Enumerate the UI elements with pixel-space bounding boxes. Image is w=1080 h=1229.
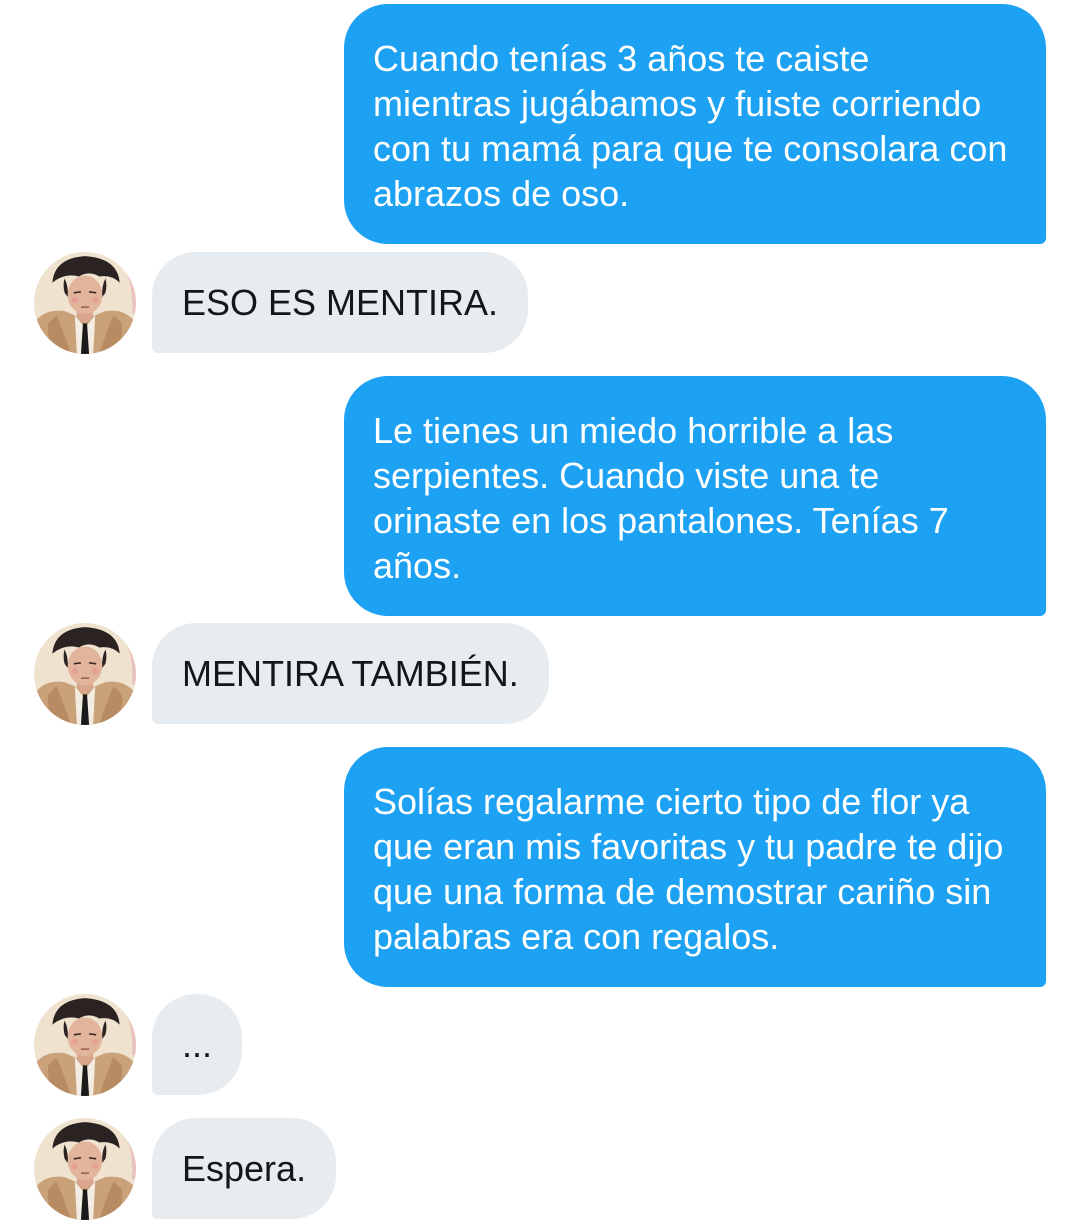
avatar-icon[interactable]: [34, 623, 136, 725]
message-bubble-incoming: ...: [152, 994, 243, 1095]
message-text: ESO ES MENTIRA.: [182, 282, 499, 323]
message-bubble-incoming: Espera.: [152, 1118, 337, 1219]
message-text: ...: [182, 1024, 213, 1065]
message-text: MENTIRA TAMBIÉN.: [182, 653, 519, 694]
avatar-icon[interactable]: [34, 1118, 136, 1220]
message-bubble-incoming: ESO ES MENTIRA.: [152, 252, 529, 353]
avatar-icon[interactable]: [34, 252, 136, 354]
message-text: Solías regalarme cierto tipo de flor ya …: [373, 781, 1004, 957]
message-bubble-outgoing: Cuando tenías 3 años te caiste mientras …: [344, 4, 1046, 244]
avatar-icon[interactable]: [34, 994, 136, 1096]
message-text: Le tienes un miedo horrible a las serpie…: [373, 410, 949, 586]
message-text: Espera.: [182, 1148, 307, 1189]
message-bubble-outgoing: Le tienes un miedo horrible a las serpie…: [344, 376, 1046, 616]
conversation-thread: Cuando tenías 3 años te caiste mientras …: [0, 0, 1080, 1229]
message-bubble-incoming: MENTIRA TAMBIÉN.: [152, 623, 549, 724]
message-text: Cuando tenías 3 años te caiste mientras …: [373, 38, 1008, 214]
message-bubble-outgoing: Solías regalarme cierto tipo de flor ya …: [344, 747, 1046, 987]
